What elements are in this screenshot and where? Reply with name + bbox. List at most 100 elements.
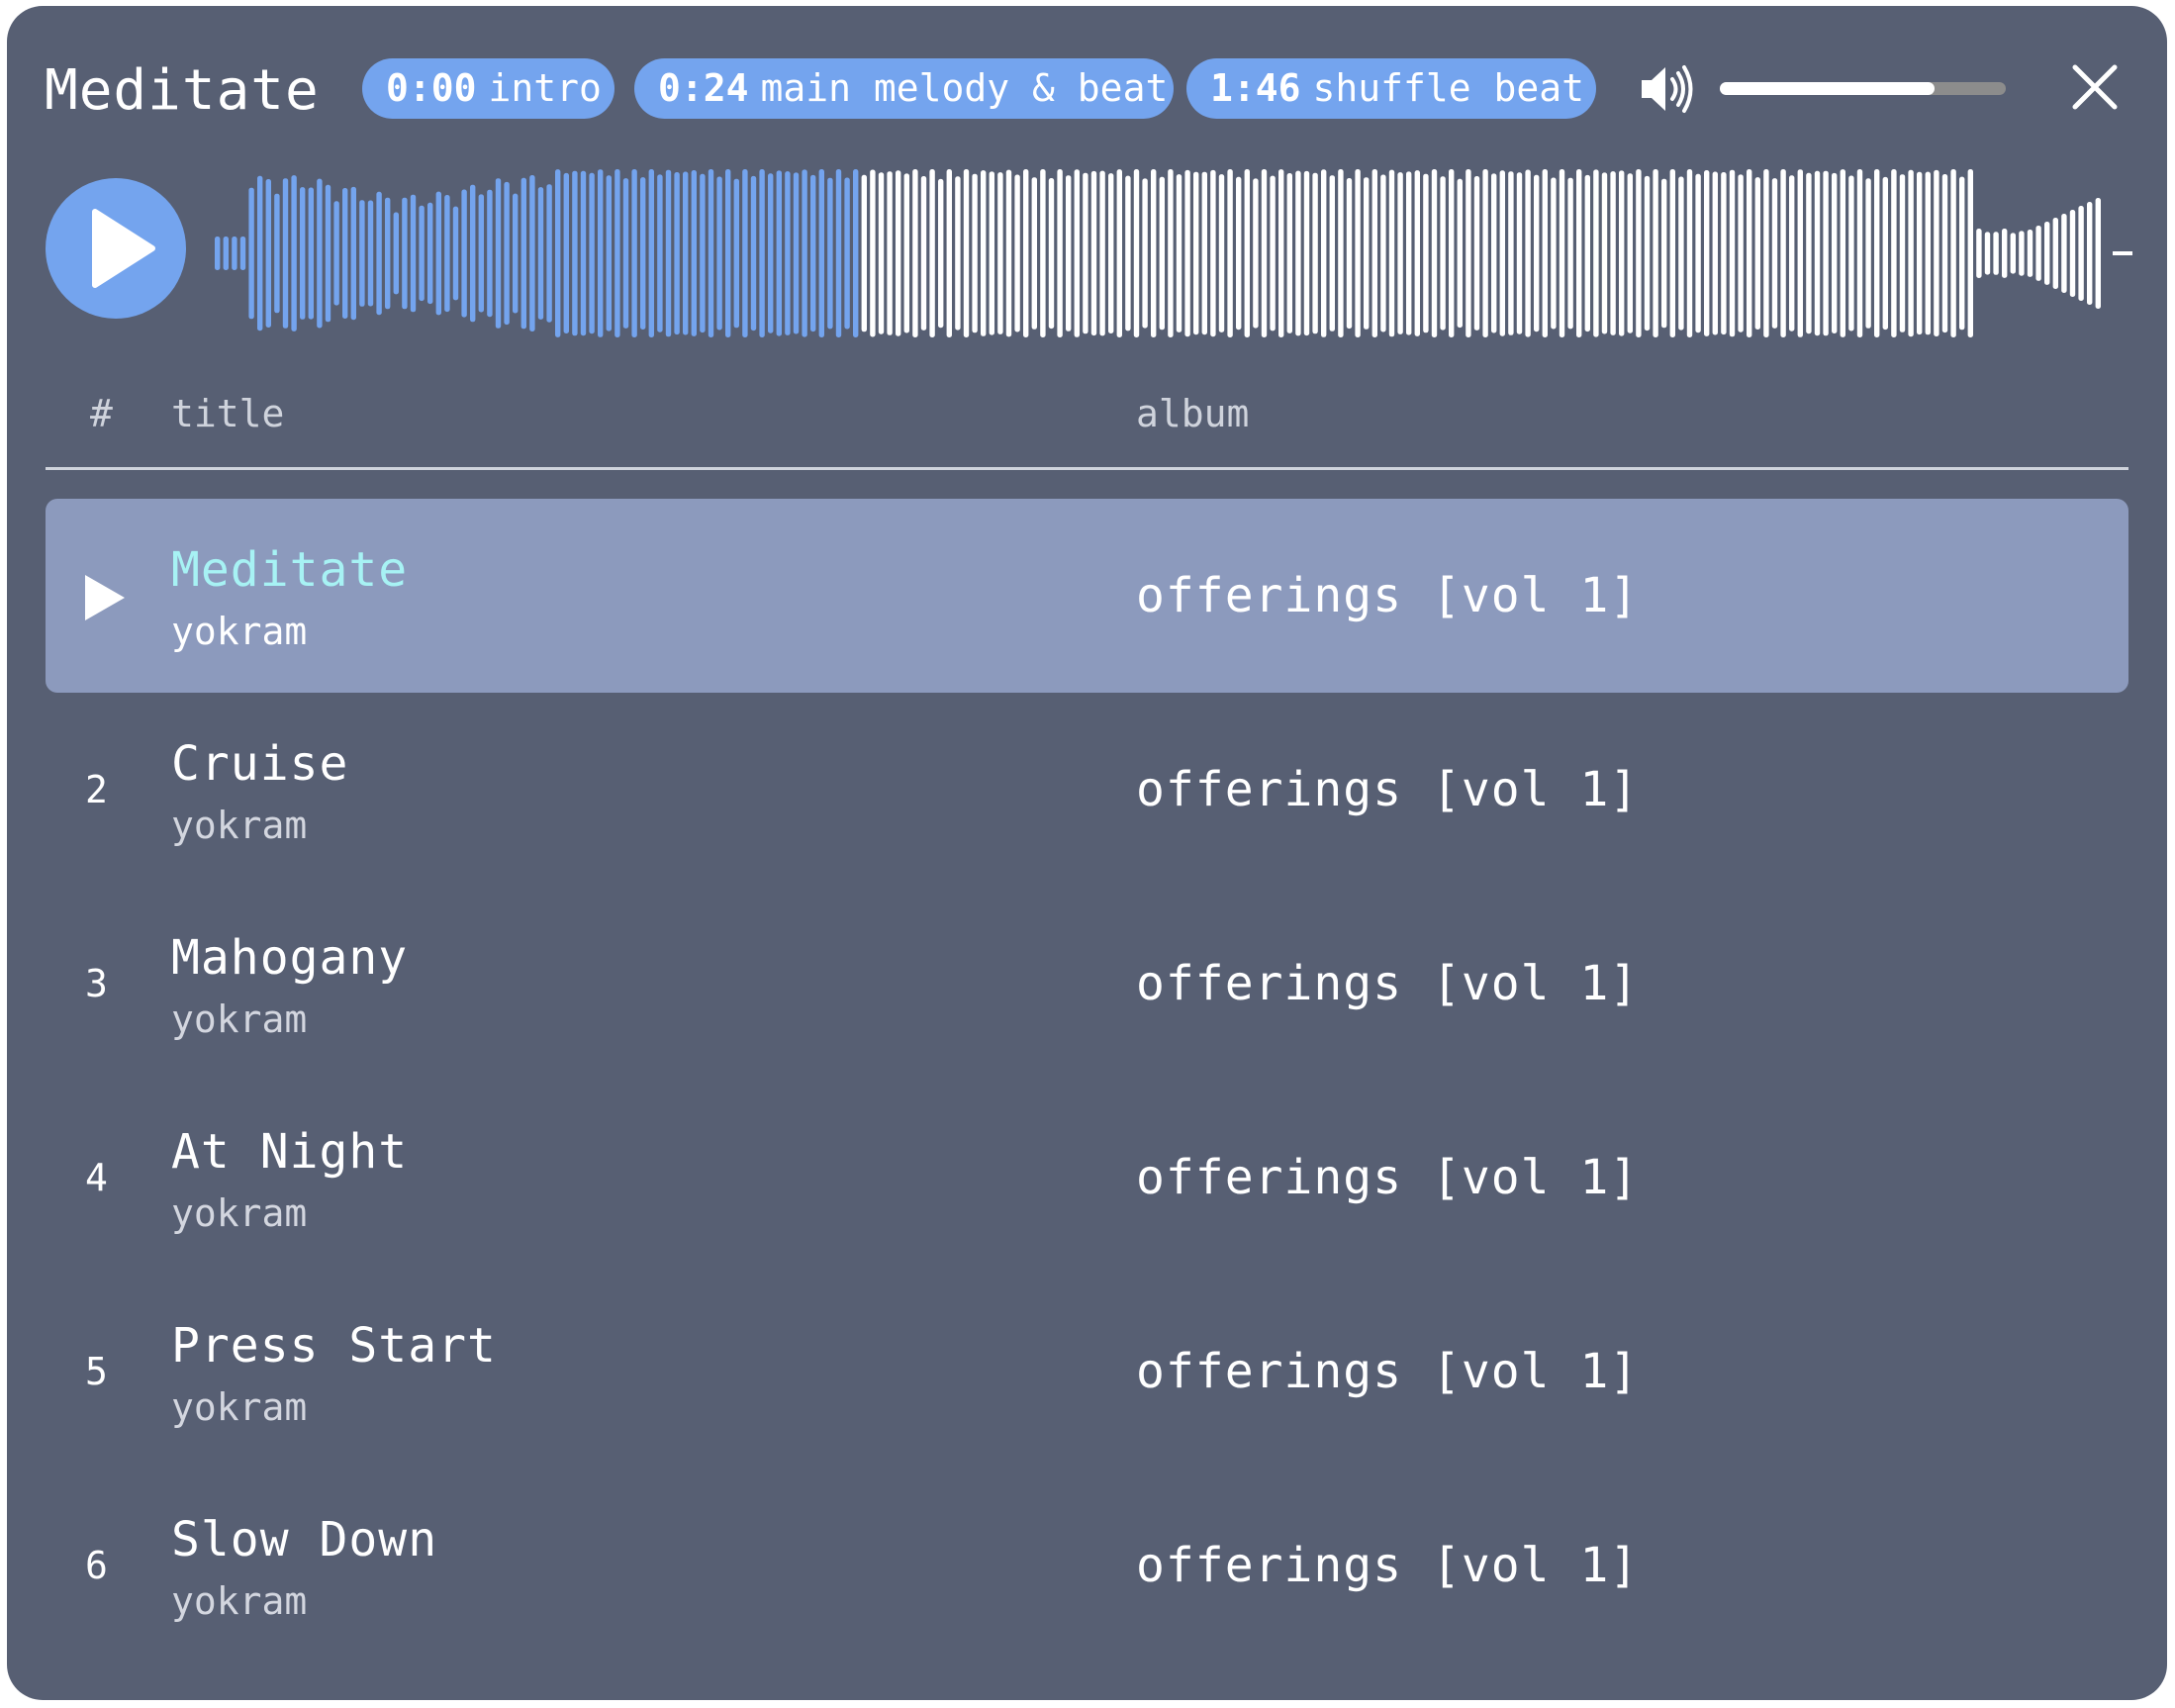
waveform-bar (920, 176, 927, 331)
waveform-bar (487, 189, 493, 318)
waveform-bar (265, 179, 271, 328)
waveform-bar (452, 206, 459, 301)
track-row-meditate[interactable]: Meditate yokram offerings [vol 1] (46, 499, 2128, 693)
track-row-at-night[interactable]: 4 At Night yokram offerings [vol 1] (46, 1081, 2128, 1275)
waveform-bar (342, 188, 348, 319)
close-icon[interactable] (2069, 61, 2121, 113)
waveform-bar (2027, 230, 2033, 277)
waveform-bar (1993, 232, 1999, 275)
waveform-bar (963, 169, 970, 337)
waveform-bar (870, 169, 876, 337)
waveform-bar (708, 169, 714, 337)
track-row-press-start[interactable]: 5 Press Start yokram offerings [vol 1] (46, 1275, 2128, 1469)
waveform-bar (878, 172, 885, 334)
waveform-bar (1499, 170, 1505, 336)
waveform-bar (1151, 169, 1157, 337)
waveform-bar (989, 171, 994, 335)
waveform-bar (1593, 169, 1599, 337)
chapter-chip-main-melody[interactable]: 0:24 main melody & beat (634, 58, 1174, 119)
waveform-bar (1005, 169, 1012, 337)
waveform-bar (1210, 169, 1216, 337)
waveform-bar (300, 187, 306, 320)
waveform-bar (317, 178, 323, 329)
waveform-bar (1925, 171, 1931, 335)
waveform-bar (674, 172, 680, 335)
column-header-number: # (90, 392, 113, 435)
chapter-time: 0:00 (386, 66, 477, 110)
waveform-bar (1236, 176, 1242, 331)
waveform-bar (1856, 169, 1863, 337)
play-icon (92, 209, 155, 288)
waveform-bar (1806, 172, 1812, 334)
waveform-bar (1721, 172, 1727, 335)
waveform-bar (903, 173, 909, 333)
waveform-bar (1108, 173, 1114, 333)
waveform-bar (750, 175, 757, 332)
volume-slider[interactable] (1720, 82, 2006, 95)
waveform-bar (1567, 177, 1573, 330)
waveform-bar (1364, 177, 1370, 330)
waveform-bar (419, 205, 425, 302)
track-number: 3 (85, 962, 108, 1005)
waveform-bar (844, 177, 850, 330)
waveform-bar (1388, 169, 1395, 337)
waveform-bar (1865, 178, 1871, 329)
waveform-bar (478, 194, 484, 313)
waveform-bar (2095, 198, 2101, 309)
waveform-bar (793, 172, 800, 334)
waveform-bar (1431, 169, 1438, 337)
waveform-bar (1125, 175, 1131, 332)
track-album: offerings [vol 1] (1136, 1344, 1640, 1399)
chapter-chip-shuffle-beat[interactable]: 1:46 shuffle beat (1186, 58, 1596, 119)
waveform-bar (470, 184, 476, 323)
speaker-icon[interactable] (1638, 61, 1697, 117)
waveform-bar (1023, 169, 1029, 337)
track-title: Press Start (171, 1318, 497, 1374)
track-row-cruise[interactable]: 2 Cruise yokram offerings [vol 1] (46, 693, 2128, 887)
waveform-bar (1491, 173, 1497, 333)
waveform-bar (1218, 174, 1225, 332)
waveform-bar (1678, 176, 1684, 331)
waveform-bar (1193, 171, 1199, 335)
waveform-bar (733, 178, 739, 329)
waveform-bar (1449, 169, 1455, 337)
track-number: 6 (85, 1544, 108, 1587)
waveform-bar (1074, 169, 1080, 337)
column-header-title: title (171, 392, 285, 435)
waveform-bar (1406, 171, 1412, 335)
waveform-bar (1899, 174, 1906, 332)
waveform-bar (444, 195, 450, 313)
volume-slider-fill (1720, 82, 1935, 95)
waveform-bar (1763, 169, 1769, 337)
waveform-bar (325, 184, 331, 323)
waveform-bar (972, 173, 978, 333)
track-row-mahogany[interactable]: 3 Mahogany yokram offerings [vol 1] (46, 887, 2128, 1081)
waveform-bar (810, 174, 816, 332)
waveform-bar (648, 169, 654, 337)
waveform-bar (1338, 169, 1344, 337)
waveform-bar (1048, 178, 1055, 330)
waveform-bar (2087, 202, 2093, 305)
waveform-bar (1934, 169, 1939, 336)
waveform-bar (691, 170, 697, 336)
waveform-bar (529, 175, 535, 332)
track-artist: yokram (171, 610, 308, 653)
track-album: offerings [vol 1] (1136, 956, 1640, 1011)
waveform-bar (410, 194, 417, 313)
waveform-bar (248, 187, 254, 320)
waveform-bar (495, 178, 502, 329)
play-button[interactable] (46, 178, 186, 319)
track-album: offerings [vol 1] (1136, 568, 1640, 623)
waveform-bar (981, 170, 987, 336)
track-number: 2 (85, 768, 108, 811)
waveform-bar (1848, 175, 1854, 332)
chapter-chip-intro[interactable]: 0:00 intro (362, 58, 615, 119)
waveform-seekbar[interactable] (215, 164, 2134, 342)
track-row-slow-down[interactable]: 6 Slow Down yokram offerings [vol 1] (46, 1469, 2128, 1662)
track-title: Cruise (171, 736, 349, 792)
waveform-bar (1116, 169, 1122, 337)
waveform-bar (818, 169, 824, 337)
waveform-bar (1270, 175, 1276, 332)
waveform-bar (2078, 206, 2084, 301)
waveform-bar (1729, 169, 1736, 337)
